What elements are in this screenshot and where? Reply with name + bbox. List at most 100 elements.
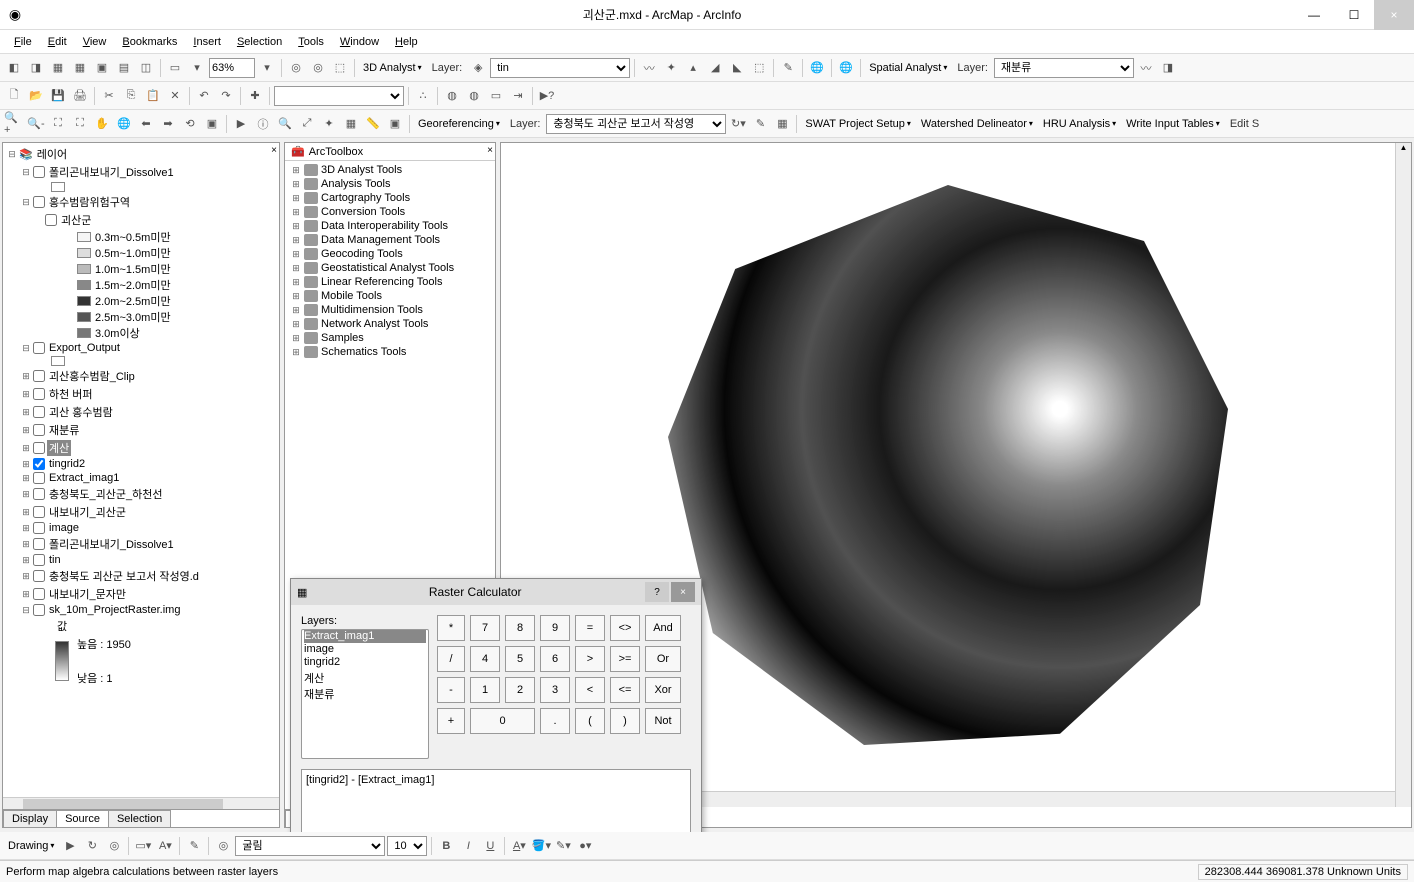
select-icon[interactable]: ▶	[60, 836, 80, 856]
keypad-button[interactable]: 4	[470, 646, 500, 672]
layer-name[interactable]: tingrid2	[47, 458, 87, 470]
keypad-button[interactable]: 3	[540, 677, 570, 703]
keypad-button[interactable]: 6	[540, 646, 570, 672]
tool-icon[interactable]: ▤	[114, 58, 134, 78]
toolbox-item[interactable]: Network Analyst Tools	[321, 318, 428, 330]
close-button[interactable]: ×	[1374, 0, 1414, 30]
tool-icon[interactable]: ◨	[26, 58, 46, 78]
rotate-icon[interactable]: ↻	[82, 836, 102, 856]
expression-textarea[interactable]: [tingrid2] - [Extract_imag1]	[301, 769, 691, 832]
layer-name[interactable]: 계산	[47, 440, 71, 456]
tool-icon[interactable]: ◎	[213, 836, 233, 856]
layer-name[interactable]: Extract_imag1	[47, 472, 121, 484]
layer-option[interactable]: image	[304, 643, 426, 656]
layer-checkbox[interactable]	[33, 570, 45, 582]
tool-icon[interactable]: ▴	[683, 58, 703, 78]
layer-option[interactable]: 재분류	[304, 686, 426, 702]
back-icon[interactable]: ⬅	[136, 114, 156, 134]
measure-icon[interactable]: 📏	[363, 114, 383, 134]
identify-icon[interactable]: ⓘ	[253, 114, 273, 134]
keypad-button[interactable]: -	[437, 677, 465, 703]
tool-icon[interactable]: ▣	[385, 114, 405, 134]
add-data-icon[interactable]: ✚	[245, 86, 265, 106]
expand-icon[interactable]: ⊞	[21, 589, 31, 600]
menu-view[interactable]: View	[77, 34, 113, 50]
tool-icon[interactable]: ✦	[319, 114, 339, 134]
menu-window[interactable]: Window	[334, 34, 385, 50]
full-extent-icon[interactable]: 🌐	[114, 114, 134, 134]
expand-icon[interactable]: ⊟	[21, 343, 31, 354]
select-icon[interactable]: ▶	[231, 114, 251, 134]
expand-icon[interactable]: ⊞	[21, 523, 31, 534]
tool-icon[interactable]: ⛶	[70, 114, 90, 134]
tool-icon[interactable]: ◍	[464, 86, 484, 106]
expand-icon[interactable]: ⊞	[21, 407, 31, 418]
expand-icon[interactable]: ⊞	[291, 207, 301, 218]
tool-icon[interactable]: ▦	[772, 114, 792, 134]
toolbox-item[interactable]: Mobile Tools	[321, 290, 382, 302]
layer-name[interactable]: sk_10m_ProjectRaster.img	[47, 604, 182, 616]
layer-checkbox[interactable]	[33, 588, 45, 600]
expand-icon[interactable]: ⊞	[291, 263, 301, 274]
toolbox-item[interactable]: Geostatistical Analyst Tools	[321, 262, 454, 274]
expand-icon[interactable]: ⊞	[21, 571, 31, 582]
tool-icon[interactable]: ✎	[778, 58, 798, 78]
layer-checkbox[interactable]	[33, 604, 45, 616]
tool-icon[interactable]: ▾	[187, 58, 207, 78]
expand-icon[interactable]: ⊞	[21, 555, 31, 566]
keypad-button[interactable]: Not	[645, 708, 681, 734]
maximize-button[interactable]: ☐	[1334, 0, 1374, 30]
keypad-button[interactable]: 9	[540, 615, 570, 641]
globe-icon[interactable]: 🌐	[836, 58, 856, 78]
keypad-button[interactable]: 5	[505, 646, 535, 672]
menu-edit[interactable]: Edit	[42, 34, 73, 50]
paste-icon[interactable]: 📋	[143, 86, 163, 106]
minimize-button[interactable]: —	[1294, 0, 1334, 30]
tool-icon[interactable]: ▭	[486, 86, 506, 106]
menu-help[interactable]: Help	[389, 34, 424, 50]
redo-icon[interactable]: ↷	[216, 86, 236, 106]
expand-icon[interactable]: ⊞	[291, 347, 301, 358]
layer-checkbox[interactable]	[33, 370, 45, 382]
keypad-button[interactable]: =	[575, 615, 605, 641]
tool-icon[interactable]: ▣	[202, 114, 222, 134]
dialog-close-button[interactable]: ×	[671, 582, 695, 602]
vertical-scrollbar[interactable]	[1395, 143, 1411, 807]
italic-icon[interactable]: I	[458, 836, 478, 856]
layer-checkbox[interactable]	[33, 554, 45, 566]
bold-icon[interactable]: B	[436, 836, 456, 856]
keypad-button[interactable]: /	[437, 646, 465, 672]
layer-select-2[interactable]: 재분류	[994, 58, 1134, 78]
expand-icon[interactable]: ⊞	[291, 193, 301, 204]
help-button[interactable]: ?	[645, 582, 669, 602]
expand-icon[interactable]: ⊟	[21, 197, 31, 208]
layer-checkbox[interactable]	[33, 472, 45, 484]
keypad-button[interactable]: 0	[470, 708, 535, 734]
keypad-button[interactable]: >=	[610, 646, 640, 672]
keypad-button[interactable]: 8	[505, 615, 535, 641]
tool-icon[interactable]: ◨	[1158, 58, 1178, 78]
layer-checkbox[interactable]	[33, 506, 45, 518]
copy-icon[interactable]: ⎘	[121, 86, 141, 106]
menu-file[interactable]: File	[8, 34, 38, 50]
toolbox-item[interactable]: Conversion Tools	[321, 206, 405, 218]
undo-icon[interactable]: ↶	[194, 86, 214, 106]
expand-icon[interactable]: ⊞	[21, 443, 31, 454]
tool-icon[interactable]: ✦	[661, 58, 681, 78]
rectangle-icon[interactable]: ▭▾	[133, 836, 153, 856]
print-icon[interactable]: 🖨	[70, 86, 90, 106]
menu-selection[interactable]: Selection	[231, 34, 288, 50]
layer-checkbox[interactable]	[33, 388, 45, 400]
tool-icon[interactable]: ◎	[308, 58, 328, 78]
layer-name[interactable]: Export_Output	[47, 342, 122, 354]
tool-icon[interactable]: ◣	[727, 58, 747, 78]
toolbox-item[interactable]: Geocoding Tools	[321, 248, 403, 260]
tool-icon[interactable]: ◧	[4, 58, 24, 78]
zoom-input[interactable]	[209, 58, 255, 78]
swat-project-setup[interactable]: SWAT Project Setup	[801, 118, 914, 130]
new-icon[interactable]: 🗋	[4, 86, 24, 106]
keypad-button[interactable]: 7	[470, 615, 500, 641]
keypad-button[interactable]: >	[575, 646, 605, 672]
drawing-dropdown[interactable]: Drawing	[4, 840, 58, 852]
layer-name[interactable]: 폴리곤내보내기_Dissolve1	[47, 536, 176, 552]
